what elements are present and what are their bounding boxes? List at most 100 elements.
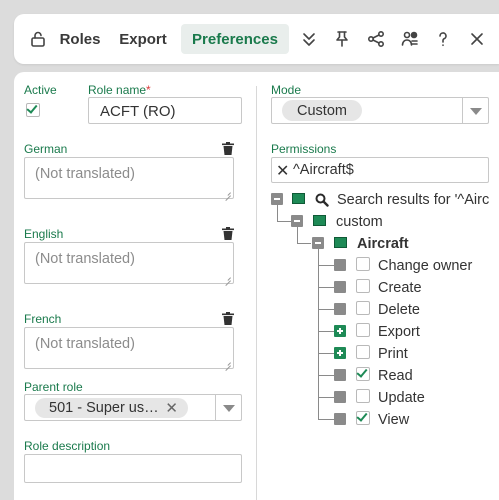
trash-icon[interactable] (222, 142, 234, 155)
required-mark: * (146, 83, 151, 97)
permission-state-icon[interactable] (334, 237, 347, 248)
tree-connector (318, 287, 334, 288)
german-textarea[interactable]: (Not translated) (24, 157, 234, 199)
tree-connector (318, 249, 319, 420)
search-icon (315, 193, 329, 207)
french-label: French (24, 312, 62, 326)
permission-checkbox[interactable] (356, 257, 370, 271)
permissions-filter-value: ^Aircraft$ (293, 162, 354, 178)
select-divider (462, 98, 463, 123)
chevrons-down-icon[interactable] (297, 27, 321, 51)
select-divider (215, 395, 216, 420)
mode-label: Mode (271, 83, 302, 97)
permissions-filter-input[interactable]: ✕ ^Aircraft$ (271, 157, 489, 183)
permission-checkbox[interactable] (356, 279, 370, 293)
permission-checkbox[interactable] (356, 301, 370, 315)
german-label: German (24, 142, 68, 156)
permission-checkbox[interactable] (356, 389, 370, 403)
french-placeholder: (Not translated) (35, 336, 135, 352)
tree-connector (318, 375, 334, 376)
parent-role-value: 501 - Super us… (49, 400, 159, 416)
mode-select[interactable]: Custom (271, 97, 489, 124)
parent-role-label: Parent role (24, 380, 83, 394)
tree-node-aircraft[interactable]: Aircraft (357, 236, 409, 252)
clear-icon[interactable]: ✕ (276, 161, 289, 181)
permission-toggle[interactable] (334, 281, 346, 293)
tree-connector (318, 419, 334, 420)
resize-handle-icon[interactable] (224, 359, 231, 366)
resize-handle-icon[interactable] (224, 189, 231, 196)
permission-label[interactable]: Print (378, 346, 408, 362)
permission-state-icon[interactable] (292, 193, 305, 204)
permissions-label: Permissions (271, 142, 337, 156)
export-button[interactable]: Export (119, 14, 167, 64)
checkmark-icon (356, 366, 368, 378)
tree-connector (318, 353, 334, 354)
permission-toggle[interactable] (334, 325, 346, 337)
resize-handle-icon[interactable] (224, 274, 231, 281)
close-icon[interactable] (465, 27, 489, 51)
active-label: Active (24, 83, 57, 97)
permission-state-icon[interactable] (313, 215, 326, 226)
trash-icon[interactable] (222, 227, 234, 240)
permission-label[interactable]: View (378, 412, 409, 428)
share-icon[interactable] (364, 27, 388, 51)
tree-connector (318, 331, 334, 332)
english-placeholder: (Not translated) (35, 251, 135, 267)
mode-value: Custom (297, 102, 347, 119)
role-name-value: ACFT (RO) (100, 103, 176, 120)
tree-connector (297, 243, 311, 244)
lock-icon[interactable] (26, 27, 50, 51)
german-placeholder: (Not translated) (35, 166, 135, 182)
permission-label[interactable]: Read (378, 368, 413, 384)
permission-toggle[interactable] (334, 259, 346, 271)
collapse-toggle[interactable] (291, 215, 303, 227)
permission-label[interactable]: Delete (378, 302, 420, 318)
role-name-label-text: Role name (88, 83, 147, 97)
roles-button[interactable]: Roles (60, 14, 101, 64)
permission-checkbox[interactable] (356, 345, 370, 359)
chevron-down-icon[interactable] (223, 405, 235, 412)
role-description-input[interactable] (24, 454, 242, 483)
permission-toggle[interactable] (334, 303, 346, 315)
pin-icon[interactable] (330, 27, 354, 51)
chevron-down-icon[interactable] (470, 108, 482, 115)
collapse-toggle[interactable] (312, 237, 324, 249)
role-name-input[interactable]: ACFT (RO) (88, 97, 242, 124)
tree-connector (318, 265, 334, 266)
permission-checkbox[interactable] (356, 323, 370, 337)
tree-root-label[interactable]: Search results for '^Airc (337, 192, 489, 208)
trash-icon[interactable] (222, 312, 234, 325)
tree-connector (318, 309, 334, 310)
role-name-label: Role name* (88, 83, 151, 97)
permission-checkbox[interactable] (356, 410, 370, 425)
permission-label[interactable]: Update (378, 390, 425, 406)
permission-label[interactable]: Export (378, 324, 420, 340)
french-textarea[interactable]: (Not translated) (24, 327, 234, 369)
mode-chip: Custom (282, 100, 362, 121)
toolbar: Roles Export Preferences (14, 14, 499, 64)
tree-node-custom[interactable]: custom (336, 214, 383, 230)
role-description-label: Role description (24, 439, 111, 453)
permission-label[interactable]: Create (378, 280, 422, 296)
tree-connector (277, 205, 278, 222)
checkmark-icon (356, 410, 368, 422)
help-icon[interactable] (431, 27, 455, 51)
column-divider (256, 86, 257, 500)
tree-connector (277, 221, 291, 222)
english-textarea[interactable]: (Not translated) (24, 242, 234, 284)
permission-toggle[interactable] (334, 347, 346, 359)
users-settings-icon[interactable] (398, 27, 422, 51)
tree-connector (297, 227, 298, 244)
permission-toggle[interactable] (334, 369, 346, 381)
permission-label[interactable]: Change owner (378, 258, 472, 274)
preferences-tab[interactable]: Preferences (181, 24, 289, 54)
permission-toggle[interactable] (334, 413, 346, 425)
permission-toggle[interactable] (334, 391, 346, 403)
permission-checkbox[interactable] (356, 366, 370, 381)
collapse-toggle[interactable] (271, 193, 283, 205)
active-checkbox[interactable] (26, 102, 40, 117)
parent-role-select[interactable]: 501 - Super us… ✕ (24, 394, 242, 421)
clear-icon[interactable]: ✕ (165, 399, 178, 417)
tree-connector (318, 397, 334, 398)
